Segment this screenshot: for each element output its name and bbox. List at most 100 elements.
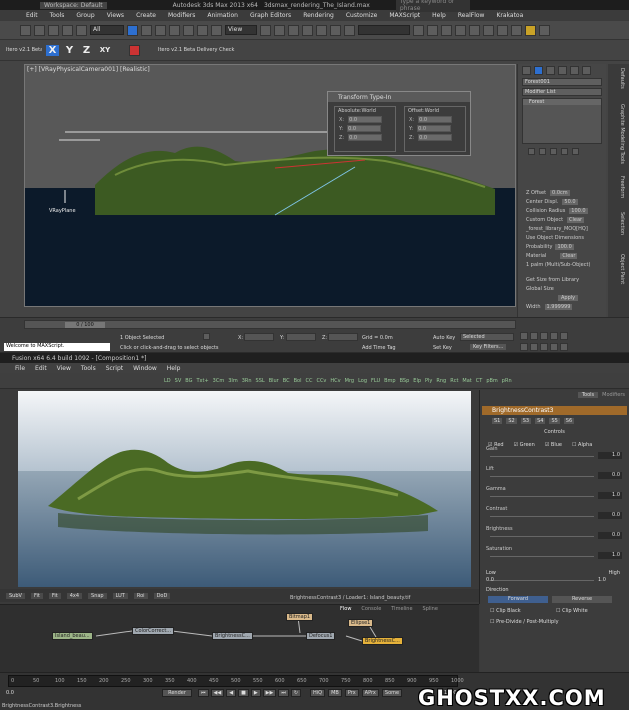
menu-rendering[interactable]: Rendering	[297, 12, 340, 19]
fmenu-help[interactable]: Help	[162, 365, 186, 372]
fusion-tool-8[interactable]: Blur	[267, 378, 281, 384]
param-value[interactable]: 1.0	[598, 492, 622, 499]
low-high-range[interactable]	[490, 580, 594, 581]
prev-frame-icon[interactable]	[530, 332, 538, 340]
play-reverse-icon[interactable]: ◀	[226, 689, 237, 697]
node-ellipse[interactable]: Ellipse1	[348, 619, 374, 627]
motion-tab-icon[interactable]	[558, 65, 567, 75]
param-value[interactable]: 1.0	[598, 552, 622, 559]
get-size-checkbox[interactable]: Get Size from Library	[518, 275, 606, 284]
menu-customize[interactable]: Customize	[340, 12, 384, 19]
axis-x-button[interactable]: X	[46, 44, 59, 56]
tools-tab[interactable]: Tools	[577, 392, 599, 398]
fusion-tool-7[interactable]: SSL	[254, 378, 267, 384]
search-input[interactable]: Type a keyword or phrase	[395, 0, 470, 12]
transform-dialog[interactable]: Transform Type-In Absolute:World X: 0.0 Y…	[327, 91, 471, 156]
viewport-label[interactable]: [+] [VRayPhysicalCamera001] [Realistic]	[27, 66, 150, 73]
pin-stack-icon[interactable]	[528, 147, 535, 155]
fusion-tool-9[interactable]: BC	[281, 378, 292, 384]
rotate-icon[interactable]	[197, 24, 208, 36]
param-slider[interactable]	[490, 516, 594, 517]
maxscript-listener[interactable]: Welcome to MAXScript.	[4, 343, 110, 351]
key-filters-button[interactable]: Key Filters...	[470, 344, 507, 350]
fmenu-file[interactable]: File	[10, 365, 30, 372]
object-name-field[interactable]: Forest001	[522, 78, 602, 86]
time-start[interactable]: 0.0	[6, 690, 14, 696]
viewer-btn-2[interactable]: Fit	[48, 592, 61, 599]
forest-library-field[interactable]: _forest_library_MOQ[HQ]	[518, 224, 606, 233]
fusion-tool-24[interactable]: CT	[474, 378, 485, 384]
schematic-icon[interactable]	[483, 24, 494, 36]
reverse-button[interactable]: Reverse	[552, 596, 612, 603]
time-slider[interactable]: 0 / 100	[24, 320, 516, 329]
mb-button[interactable]: MB	[328, 689, 342, 697]
clip-black-checkbox[interactable]: ☐ Clip Black	[490, 608, 521, 614]
show-end-result-icon[interactable]	[539, 147, 546, 155]
tab-freeform[interactable]: Freeform	[611, 176, 625, 198]
off-z-field[interactable]: 0.0	[418, 134, 453, 141]
pivot-icon[interactable]	[260, 24, 271, 36]
render-setup-icon[interactable]	[511, 24, 522, 36]
select-icon[interactable]	[127, 24, 138, 36]
fusion-tool-1[interactable]: SV	[173, 378, 184, 384]
clear-button[interactable]: Clear	[567, 216, 585, 223]
fusion-tool-12[interactable]: CCv	[314, 378, 328, 384]
bind-icon[interactable]	[76, 24, 87, 36]
go-end-icon[interactable]	[560, 332, 568, 340]
fusion-tool-26[interactable]: pRn	[500, 378, 514, 384]
viewer-btn-7[interactable]: DoD	[153, 592, 171, 599]
menu-graph-editors[interactable]: Graph Editors	[244, 12, 297, 19]
render-icon[interactable]	[539, 24, 550, 36]
param-value[interactable]: 1.0	[598, 452, 622, 459]
node-brightness3[interactable]: BrightnessC...	[362, 637, 403, 645]
param-slider[interactable]	[490, 556, 594, 557]
zoom-icon[interactable]	[520, 343, 528, 351]
tab-object-paint[interactable]: Object Paint	[611, 254, 625, 284]
create-tab-icon[interactable]	[522, 65, 531, 75]
transform-dialog-title[interactable]: Transform Type-In	[328, 92, 470, 102]
angle-snap-icon[interactable]	[316, 24, 327, 36]
go-first-icon[interactable]: ⏮	[198, 689, 209, 697]
channel-1[interactable]: S2	[506, 418, 517, 424]
menu-maxscript[interactable]: MAXScript	[383, 12, 426, 19]
fmenu-view[interactable]: View	[52, 365, 76, 372]
link-icon[interactable]	[48, 24, 59, 36]
menu-group[interactable]: Group	[70, 12, 100, 19]
coord-x-field[interactable]	[244, 333, 274, 341]
go-last-icon[interactable]: ⏭	[278, 689, 289, 697]
select-by-name-icon[interactable]	[141, 24, 152, 36]
spinner-snap-icon[interactable]	[344, 24, 355, 36]
window-crossing-icon[interactable]	[169, 24, 180, 36]
viewer-btn-3[interactable]: 4x4	[66, 592, 83, 599]
tab-selection[interactable]: Selection	[611, 212, 625, 235]
add-time-tag[interactable]: Add Time Tag	[362, 345, 396, 351]
keyboard-shortcut-icon[interactable]	[288, 24, 299, 36]
rect-select-icon[interactable]	[155, 24, 166, 36]
material-clear-button[interactable]: Clear	[560, 252, 578, 259]
viewer-btn-5[interactable]: LUT	[112, 592, 128, 599]
fusion-tool-10[interactable]: Bol	[292, 378, 304, 384]
fusion-tool-22[interactable]: Rct	[448, 378, 460, 384]
abs-x-field[interactable]: 0.0	[348, 116, 383, 123]
z-offset-field[interactable]: 0.0cm	[550, 189, 570, 196]
lock-icon[interactable]	[203, 333, 210, 340]
forward-button[interactable]: Forward	[488, 596, 548, 603]
axis-y-button[interactable]: Y	[63, 45, 76, 56]
redo-icon[interactable]	[34, 24, 45, 36]
node-brightness1[interactable]: BrightnessC...	[212, 632, 253, 640]
go-start-icon[interactable]	[520, 332, 528, 340]
unlink-icon[interactable]	[62, 24, 73, 36]
channel-3[interactable]: S4	[535, 418, 546, 424]
play-forward-icon[interactable]: ▶	[250, 689, 261, 697]
menu-edit[interactable]: Edit	[20, 12, 44, 19]
fusion-tool-4[interactable]: 3Cm	[211, 378, 227, 384]
graphite-icon[interactable]	[455, 24, 466, 36]
layer-icon[interactable]	[441, 24, 452, 36]
menu-modifiers[interactable]: Modifiers	[162, 12, 201, 19]
use-object-dims-checkbox[interactable]: Use Object Dimensions	[518, 233, 606, 242]
fmenu-edit[interactable]: Edit	[30, 365, 52, 372]
fusion-tool-14[interactable]: Mrg	[343, 378, 356, 384]
node-bitmap[interactable]: Bitmap1	[286, 613, 314, 621]
tab-graphite[interactable]: Graphite Modeling Tools	[611, 104, 625, 164]
menu-tools[interactable]: Tools	[44, 12, 71, 19]
